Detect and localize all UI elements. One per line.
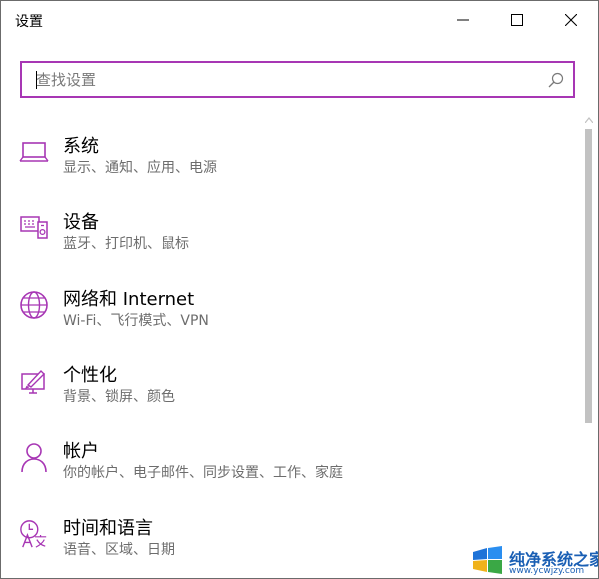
settings-item-label: 设备 bbox=[63, 212, 99, 233]
settings-window: 设置 系统 显示、通知、应用、电源 bbox=[0, 0, 599, 579]
close-button[interactable] bbox=[547, 1, 595, 39]
settings-item-label: 时间和语言 bbox=[63, 518, 153, 539]
watermark: 纯净系统之家 www.ycwjzy.com bbox=[467, 542, 598, 578]
person-icon bbox=[19, 441, 49, 473]
watermark-logo bbox=[473, 546, 502, 574]
scrollbar[interactable] bbox=[583, 113, 595, 578]
search-box[interactable] bbox=[20, 61, 575, 98]
settings-item-description: 语音、区域、日期 bbox=[63, 542, 175, 558]
settings-item-label: 帐户 bbox=[63, 441, 99, 462]
settings-item-system[interactable]: 系统 显示、通知、应用、电源 bbox=[15, 132, 555, 192]
close-icon bbox=[565, 14, 577, 26]
personalization-icon bbox=[19, 365, 49, 397]
scrollbar-thumb[interactable] bbox=[585, 129, 592, 423]
maximize-button[interactable] bbox=[493, 1, 541, 39]
settings-item-description: 显示、通知、应用、电源 bbox=[63, 160, 217, 176]
minimize-button[interactable] bbox=[439, 1, 487, 39]
search-icon[interactable] bbox=[548, 72, 564, 88]
minimize-icon bbox=[457, 19, 469, 21]
settings-item-label: 个性化 bbox=[63, 365, 117, 386]
devices-icon bbox=[19, 212, 49, 244]
settings-item-devices[interactable]: 设备 蓝牙、打印机、鼠标 bbox=[15, 208, 555, 268]
maximize-icon bbox=[511, 14, 523, 26]
settings-item-description: 你的帐户、电子邮件、同步设置、工作、家庭 bbox=[63, 465, 343, 481]
settings-item-label: 系统 bbox=[63, 136, 99, 157]
settings-item-label: 网络和 Internet bbox=[63, 289, 195, 310]
settings-item-accounts[interactable]: 帐户 你的帐户、电子邮件、同步设置、工作、家庭 bbox=[15, 437, 555, 497]
settings-item-description: 蓝牙、打印机、鼠标 bbox=[63, 236, 189, 252]
settings-item-description: Wi-Fi、飞行模式、VPN bbox=[63, 313, 209, 329]
settings-item-personalization[interactable]: 个性化 背景、锁屏、颜色 bbox=[15, 361, 555, 421]
title-bar: 设置 bbox=[1, 1, 598, 39]
watermark-url: www.ycwjzy.com bbox=[509, 566, 585, 576]
settings-item-network[interactable]: 网络和 Internet Wi-Fi、飞行模式、VPN bbox=[15, 285, 555, 345]
time-language-icon bbox=[19, 518, 49, 550]
laptop-icon bbox=[19, 136, 49, 168]
search-input[interactable] bbox=[22, 63, 546, 96]
text-caret bbox=[36, 71, 37, 89]
settings-item-description: 背景、锁屏、颜色 bbox=[63, 389, 175, 405]
globe-icon bbox=[19, 289, 49, 321]
scroll-up-arrow-icon[interactable] bbox=[585, 117, 593, 123]
window-title: 设置 bbox=[15, 14, 43, 30]
